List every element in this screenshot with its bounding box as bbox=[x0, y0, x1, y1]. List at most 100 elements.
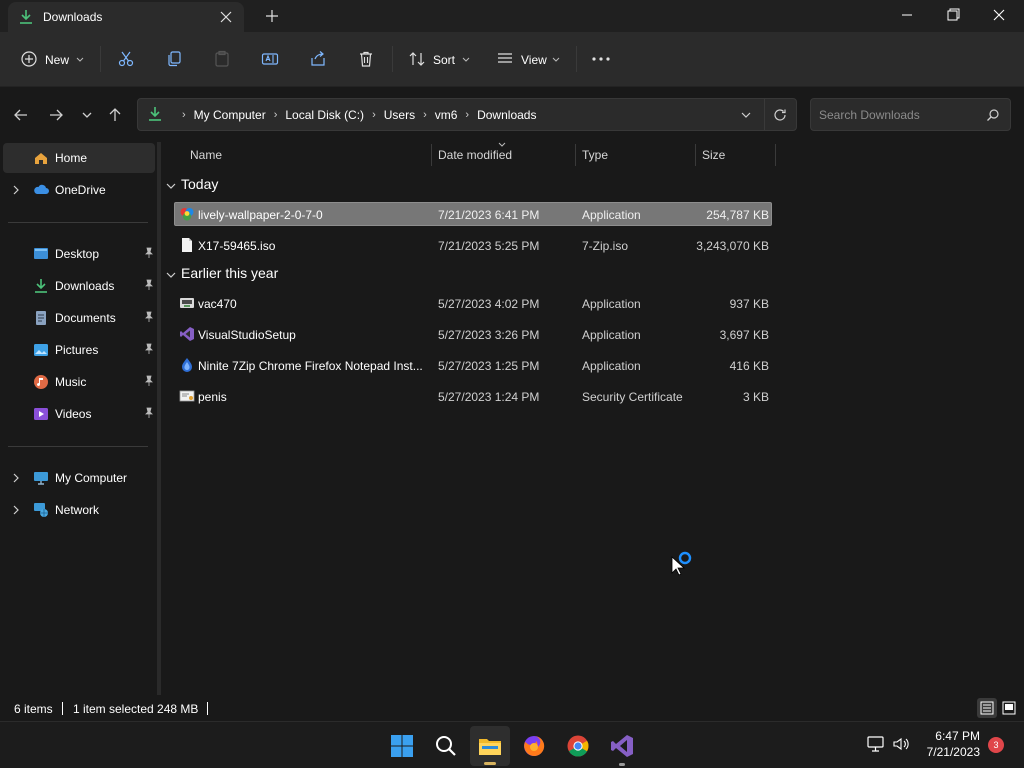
sidebar-item-home[interactable]: Home bbox=[3, 143, 155, 173]
clock-date[interactable]: 7/21/2023 bbox=[916, 745, 980, 759]
file-row[interactable]: VisualStudioSetup 5/27/2023 3:26 PM Appl… bbox=[174, 322, 772, 346]
column-date-label: Date modified bbox=[438, 148, 513, 162]
close-window-button[interactable] bbox=[976, 0, 1022, 30]
search-icon[interactable] bbox=[986, 108, 1000, 122]
more-options-button[interactable] bbox=[588, 46, 614, 72]
column-header-name[interactable]: Name bbox=[173, 142, 431, 168]
delete-button[interactable] bbox=[354, 46, 378, 72]
column-type-label: Type bbox=[582, 148, 609, 162]
sidebar-item-desktop[interactable]: Desktop bbox=[3, 239, 155, 269]
address-bar[interactable]: › My Computer › Local Disk (C:) › Users … bbox=[137, 98, 797, 131]
taskbar-search-button[interactable] bbox=[426, 726, 466, 766]
sidebar-item-music[interactable]: Music bbox=[3, 367, 155, 397]
tab-downloads[interactable]: Downloads bbox=[8, 2, 244, 32]
sort-button[interactable]: Sort bbox=[404, 46, 476, 72]
pin-icon bbox=[145, 279, 153, 290]
start-button[interactable] bbox=[382, 726, 422, 766]
sidebar-item-documents[interactable]: Documents bbox=[3, 303, 155, 333]
search-input[interactable]: Search Downloads bbox=[810, 98, 1011, 131]
column-header-size[interactable]: Size bbox=[696, 142, 775, 168]
file-row[interactable]: penis 5/27/2023 1:24 PM Security Certifi… bbox=[174, 384, 772, 408]
sidebar-item-network[interactable]: Network bbox=[3, 495, 155, 525]
refresh-icon[interactable] bbox=[772, 107, 788, 123]
column-divider[interactable] bbox=[775, 144, 776, 166]
view-button[interactable]: View bbox=[492, 46, 564, 72]
arrow-left-icon bbox=[14, 109, 27, 121]
breadcrumb-my-computer[interactable]: My Computer bbox=[194, 108, 266, 122]
taskbar-chrome[interactable] bbox=[558, 726, 598, 766]
breadcrumb-users[interactable]: Users bbox=[384, 108, 415, 122]
file-date: 5/27/2023 4:02 PM bbox=[438, 297, 540, 311]
chevron-right-icon[interactable]: › bbox=[465, 109, 469, 121]
sidebar-label: My Computer bbox=[55, 471, 128, 485]
folder-icon bbox=[479, 739, 501, 755]
divider bbox=[62, 702, 63, 715]
new-button[interactable]: New bbox=[16, 46, 88, 72]
file-size: 3 KB bbox=[742, 390, 769, 404]
chevron-right-icon[interactable] bbox=[11, 472, 21, 484]
firefox-icon bbox=[524, 735, 545, 756]
file-date: 5/27/2023 1:24 PM bbox=[438, 390, 540, 404]
sidebar-item-pictures[interactable]: Pictures bbox=[3, 335, 155, 365]
tab-close-icon[interactable] bbox=[216, 7, 236, 27]
desktop-icon bbox=[34, 248, 48, 259]
sidebar-label: Documents bbox=[55, 311, 116, 325]
chevron-down-icon bbox=[166, 183, 176, 189]
network-tray-icon[interactable] bbox=[866, 734, 886, 754]
picture-icon bbox=[34, 344, 48, 356]
chevron-right-icon[interactable]: › bbox=[423, 109, 427, 121]
group-header-today[interactable]: Today bbox=[164, 174, 464, 198]
sidebar-item-downloads[interactable]: Downloads bbox=[3, 271, 155, 301]
pin-icon bbox=[145, 311, 153, 322]
column-header-date[interactable]: Date modified bbox=[432, 142, 575, 168]
chevron-right-icon[interactable]: › bbox=[372, 109, 376, 121]
notification-badge[interactable]: 3 bbox=[988, 737, 1004, 753]
new-tab-button[interactable] bbox=[262, 6, 282, 26]
status-bar: 6 items 1 item selected 248 MB bbox=[0, 695, 1024, 721]
sidebar-item-my-computer[interactable]: My Computer bbox=[3, 463, 155, 493]
divider bbox=[392, 46, 393, 72]
copy-button[interactable] bbox=[162, 46, 186, 72]
paste-button[interactable] bbox=[210, 46, 234, 72]
file-row[interactable]: X17-59465.iso 7/21/2023 5:25 PM 7-Zip.is… bbox=[174, 233, 772, 257]
music-icon bbox=[34, 375, 48, 389]
breadcrumb-vm6[interactable]: vm6 bbox=[435, 108, 458, 122]
breadcrumb-local-disk[interactable]: Local Disk (C:) bbox=[285, 108, 364, 122]
file-type: Application bbox=[582, 208, 641, 222]
minimize-button[interactable] bbox=[884, 0, 930, 30]
file-row[interactable]: Ninite 7Zip Chrome Firefox Notepad Inst.… bbox=[174, 353, 772, 377]
recent-locations-button[interactable] bbox=[76, 104, 98, 126]
taskbar-file-explorer[interactable] bbox=[470, 726, 510, 766]
breadcrumb-downloads[interactable]: Downloads bbox=[477, 108, 536, 122]
share-button[interactable] bbox=[306, 46, 330, 72]
chevron-right-icon[interactable] bbox=[11, 184, 21, 196]
group-header-earlier-this-year[interactable]: Earlier this year bbox=[164, 263, 464, 287]
sidebar-item-videos[interactable]: Videos bbox=[3, 399, 155, 429]
details-view-button[interactable] bbox=[977, 698, 997, 718]
column-header-type[interactable]: Type bbox=[576, 142, 695, 168]
clock-time[interactable]: 6:47 PM bbox=[928, 729, 980, 743]
back-button[interactable] bbox=[10, 104, 32, 126]
chevron-down-icon bbox=[76, 57, 84, 62]
cut-button[interactable] bbox=[114, 46, 138, 72]
restore-button[interactable] bbox=[930, 0, 976, 30]
clipboard-icon bbox=[215, 50, 229, 67]
large-icons-view-button[interactable] bbox=[999, 698, 1019, 718]
search-placeholder: Search Downloads bbox=[819, 108, 920, 122]
rename-button[interactable] bbox=[258, 46, 282, 72]
address-dropdown-icon[interactable] bbox=[740, 110, 752, 120]
chevron-right-icon[interactable]: › bbox=[274, 109, 278, 121]
volume-icon[interactable] bbox=[891, 734, 911, 754]
up-button[interactable] bbox=[104, 104, 126, 126]
taskbar-visual-studio[interactable] bbox=[602, 726, 642, 766]
file-row[interactable]: vac470 5/27/2023 4:02 PM Application 937… bbox=[174, 291, 772, 315]
sidebar-label: Home bbox=[55, 151, 88, 165]
chevron-down-icon bbox=[462, 57, 470, 62]
file-row[interactable]: lively-wallpaper-2-0-7-0 7/21/2023 6:41 … bbox=[174, 202, 772, 226]
taskbar-firefox[interactable] bbox=[514, 726, 554, 766]
chevron-right-icon[interactable] bbox=[11, 504, 21, 516]
file-list: Name Date modified Type Size Today livel… bbox=[161, 142, 1024, 695]
windows-logo-icon bbox=[391, 735, 413, 757]
sidebar-item-onedrive[interactable]: OneDrive bbox=[3, 175, 155, 205]
forward-button[interactable] bbox=[45, 104, 67, 126]
